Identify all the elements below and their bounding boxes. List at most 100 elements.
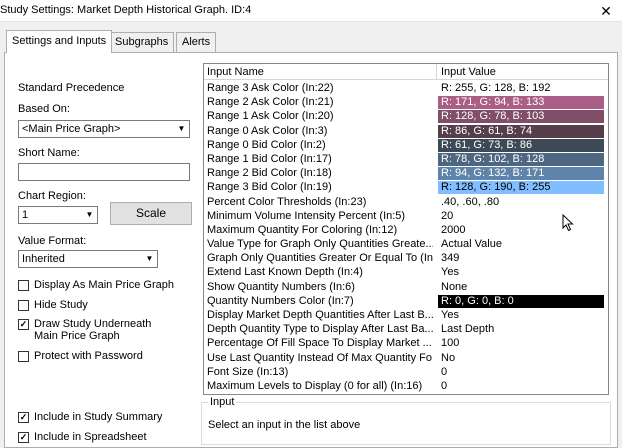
table-row[interactable]: Display Market Depth Quantities After La… xyxy=(204,308,608,322)
inputs-grid[interactable]: Input Name Input Value Range 3 Ask Color… xyxy=(203,63,609,395)
checkbox-box[interactable] xyxy=(18,351,29,362)
input-name-cell[interactable]: Percentage Of Fill Space To Display Mark… xyxy=(207,337,433,349)
tab-subgraphs[interactable]: Subgraphs xyxy=(109,32,175,52)
input-value-cell[interactable]: 349 xyxy=(438,252,604,266)
input-value-cell[interactable]: 0 xyxy=(438,365,604,379)
display-as-main-price-graph-checkbox[interactable]: Display As Main Price Graph xyxy=(18,279,174,291)
based-on-label: Based On: xyxy=(18,103,70,115)
input-value-cell[interactable]: R: 61, G: 73, B: 86 xyxy=(438,138,604,152)
checkmark-icon[interactable]: ✓ xyxy=(18,412,29,423)
window-title: Study Settings: Market Depth Historical … xyxy=(0,4,252,16)
include-in-study-summary-checkbox[interactable]: ✓ Include in Study Summary xyxy=(18,411,162,423)
input-value-cell[interactable]: R: 86, G: 61, B: 74 xyxy=(438,124,604,138)
chevron-down-icon[interactable]: ▼ xyxy=(142,251,157,267)
input-value-cell[interactable]: R: 0, G: 0, B: 0 xyxy=(438,294,604,308)
input-value-cell[interactable]: 2000 xyxy=(438,223,604,237)
hide-study-checkbox[interactable]: Hide Study xyxy=(18,299,88,311)
checkmark-icon[interactable]: ✓ xyxy=(18,432,29,443)
table-row[interactable]: Range 0 Bid Color (In:2) R: 61, G: 73, B:… xyxy=(204,138,608,152)
table-row[interactable]: Quantity Numbers Color (In:7) R: 0, G: 0,… xyxy=(204,294,608,308)
chevron-down-icon[interactable]: ▼ xyxy=(82,207,97,223)
table-row[interactable]: Graph Only Quantities Greater Or Equal T… xyxy=(204,251,608,266)
input-value-cell[interactable]: .40, .60, .80 xyxy=(438,195,604,209)
input-name-cell[interactable]: Minimum Volume Intensity Percent (In:5) xyxy=(207,210,433,222)
chart-region-select[interactable]: 1 ▼ xyxy=(18,206,98,224)
draw-study-underneath-checkbox[interactable]: ✓ Draw Study Underneath Main Price Graph xyxy=(18,318,151,342)
input-name-cell[interactable]: Range 2 Bid Color (In:18) xyxy=(207,167,433,179)
checkbox-box[interactable] xyxy=(18,300,29,311)
input-name-cell[interactable]: Range 0 Ask Color (In:3) xyxy=(207,125,433,137)
table-row[interactable]: Range 3 Bid Color (In:19) R: 128, G: 190,… xyxy=(204,180,608,195)
grid-header: Input Name Input Value xyxy=(204,64,608,80)
input-name-cell[interactable]: Use Last Quantity Instead Of Max Quantit… xyxy=(207,352,433,364)
input-value-cell[interactable]: R: 255, G: 128, B: 192 xyxy=(438,82,604,95)
standard-precedence-label: Standard Precedence xyxy=(18,82,125,94)
input-value-cell[interactable]: None xyxy=(438,280,604,294)
table-row[interactable]: Range 1 Ask Color (In:20) R: 128, G: 78, … xyxy=(204,109,608,124)
input-name-cell[interactable]: Maximum Quantity For Coloring (In:12) xyxy=(207,224,433,236)
input-name-cell[interactable]: Value Type for Graph Only Quantities Gre… xyxy=(207,238,433,250)
input-name-cell[interactable]: Font Size (In:13) xyxy=(207,366,433,378)
value-format-value: Inherited xyxy=(22,253,65,265)
input-name-cell[interactable]: Graph Only Quantities Greater Or Equal T… xyxy=(207,252,433,264)
tab-settings-and-inputs[interactable]: Settings and Inputs xyxy=(6,30,113,53)
input-value-cell[interactable]: R: 128, G: 190, B: 255 xyxy=(438,181,604,195)
input-value-cell[interactable]: Last Depth xyxy=(438,323,604,337)
table-row[interactable]: Range 0 Ask Color (In:3) R: 86, G: 61, B:… xyxy=(204,124,608,138)
tab-alerts[interactable]: Alerts xyxy=(176,32,217,52)
based-on-value: <Main Price Graph> xyxy=(22,123,121,135)
short-name-input[interactable] xyxy=(18,163,190,181)
input-name-cell[interactable]: Quantity Numbers Color (In:7) xyxy=(207,295,433,307)
input-name-cell[interactable]: Range 1 Bid Color (In:17) xyxy=(207,153,433,165)
table-row[interactable]: Value Type for Graph Only Quantities Gre… xyxy=(204,237,608,252)
checkbox-box[interactable] xyxy=(18,280,29,291)
input-name-cell[interactable]: Maximum Levels to Display (0 for all) (I… xyxy=(207,380,433,392)
column-header-input-value[interactable]: Input Value xyxy=(438,64,608,80)
input-value-cell[interactable]: R: 128, G: 78, B: 103 xyxy=(438,110,604,124)
input-value-cell[interactable]: Yes xyxy=(438,266,604,280)
input-name-cell[interactable]: Extend Last Known Depth (In:4) xyxy=(207,266,433,278)
table-row[interactable]: Use Last Quantity Instead Of Max Quantit… xyxy=(204,351,608,365)
table-row[interactable]: Depth Quantity Type to Display After Las… xyxy=(204,322,608,337)
table-row[interactable]: Percentage Of Fill Space To Display Mark… xyxy=(204,336,608,351)
table-row[interactable]: Minimum Volume Intensity Percent (In:5) 2… xyxy=(204,209,608,223)
table-row[interactable]: Extend Last Known Depth (In:4) Yes xyxy=(204,265,608,280)
input-value-cell[interactable]: Actual Value xyxy=(438,238,604,252)
scale-button[interactable]: Scale xyxy=(110,202,192,225)
table-row[interactable]: Range 3 Ask Color (In:22) R: 255, G: 128,… xyxy=(204,81,608,95)
input-name-cell[interactable]: Range 0 Bid Color (In:2) xyxy=(207,139,433,151)
column-header-input-name[interactable]: Input Name xyxy=(204,64,437,80)
input-name-cell[interactable]: Range 3 Bid Color (In:19) xyxy=(207,181,433,193)
input-name-cell[interactable]: Display Market Depth Quantities After La… xyxy=(207,309,433,321)
table-row[interactable]: Range 2 Bid Color (In:18) R: 94, G: 132, … xyxy=(204,166,608,181)
protect-with-password-checkbox[interactable]: Protect with Password xyxy=(18,350,143,362)
input-name-cell[interactable]: Show Quantity Numbers (In:6) xyxy=(207,281,433,293)
table-row[interactable]: Maximum Quantity For Coloring (In:12) 200… xyxy=(204,223,608,237)
table-row[interactable]: Range 1 Bid Color (In:17) R: 78, G: 102, … xyxy=(204,152,608,166)
input-value-cell[interactable]: R: 171, G: 94, B: 133 xyxy=(438,96,604,110)
input-groupbox: Input Select an input in the list above xyxy=(201,396,611,445)
input-name-cell[interactable]: Range 2 Ask Color (In:21) xyxy=(207,96,433,108)
chevron-down-icon[interactable]: ▼ xyxy=(174,121,189,137)
based-on-select[interactable]: <Main Price Graph> ▼ xyxy=(18,120,190,138)
value-format-select[interactable]: Inherited ▼ xyxy=(18,250,158,268)
input-value-cell[interactable]: R: 94, G: 132, B: 171 xyxy=(438,167,604,181)
table-row[interactable]: Range 2 Ask Color (In:21) R: 171, G: 94, … xyxy=(204,95,608,110)
input-value-cell[interactable]: 100 xyxy=(438,337,604,351)
table-row[interactable]: Percent Color Thresholds (In:23) .40, .60… xyxy=(204,195,608,209)
checkmark-icon[interactable]: ✓ xyxy=(18,319,29,330)
close-icon[interactable]: ✕ xyxy=(592,0,620,22)
table-row[interactable]: Show Quantity Numbers (In:6) None xyxy=(204,280,608,294)
input-value-cell[interactable]: 20 xyxy=(438,209,604,223)
input-name-cell[interactable]: Percent Color Thresholds (In:23) xyxy=(207,196,433,208)
input-value-cell[interactable]: No xyxy=(438,351,604,365)
input-value-cell[interactable]: R: 78, G: 102, B: 128 xyxy=(438,152,604,166)
input-value-cell[interactable]: Yes xyxy=(438,309,604,322)
input-name-cell[interactable]: Depth Quantity Type to Display After Las… xyxy=(207,323,433,335)
table-row[interactable]: Maximum Levels to Display (0 for all) (I… xyxy=(204,379,608,393)
input-name-cell[interactable]: Range 1 Ask Color (In:20) xyxy=(207,110,433,122)
input-name-cell[interactable]: Range 3 Ask Color (In:22) xyxy=(207,82,433,94)
table-row[interactable]: Font Size (In:13) 0 xyxy=(204,365,608,379)
input-value-cell[interactable]: 0 xyxy=(438,379,604,393)
include-in-spreadsheet-checkbox[interactable]: ✓ Include in Spreadsheet xyxy=(18,431,147,443)
